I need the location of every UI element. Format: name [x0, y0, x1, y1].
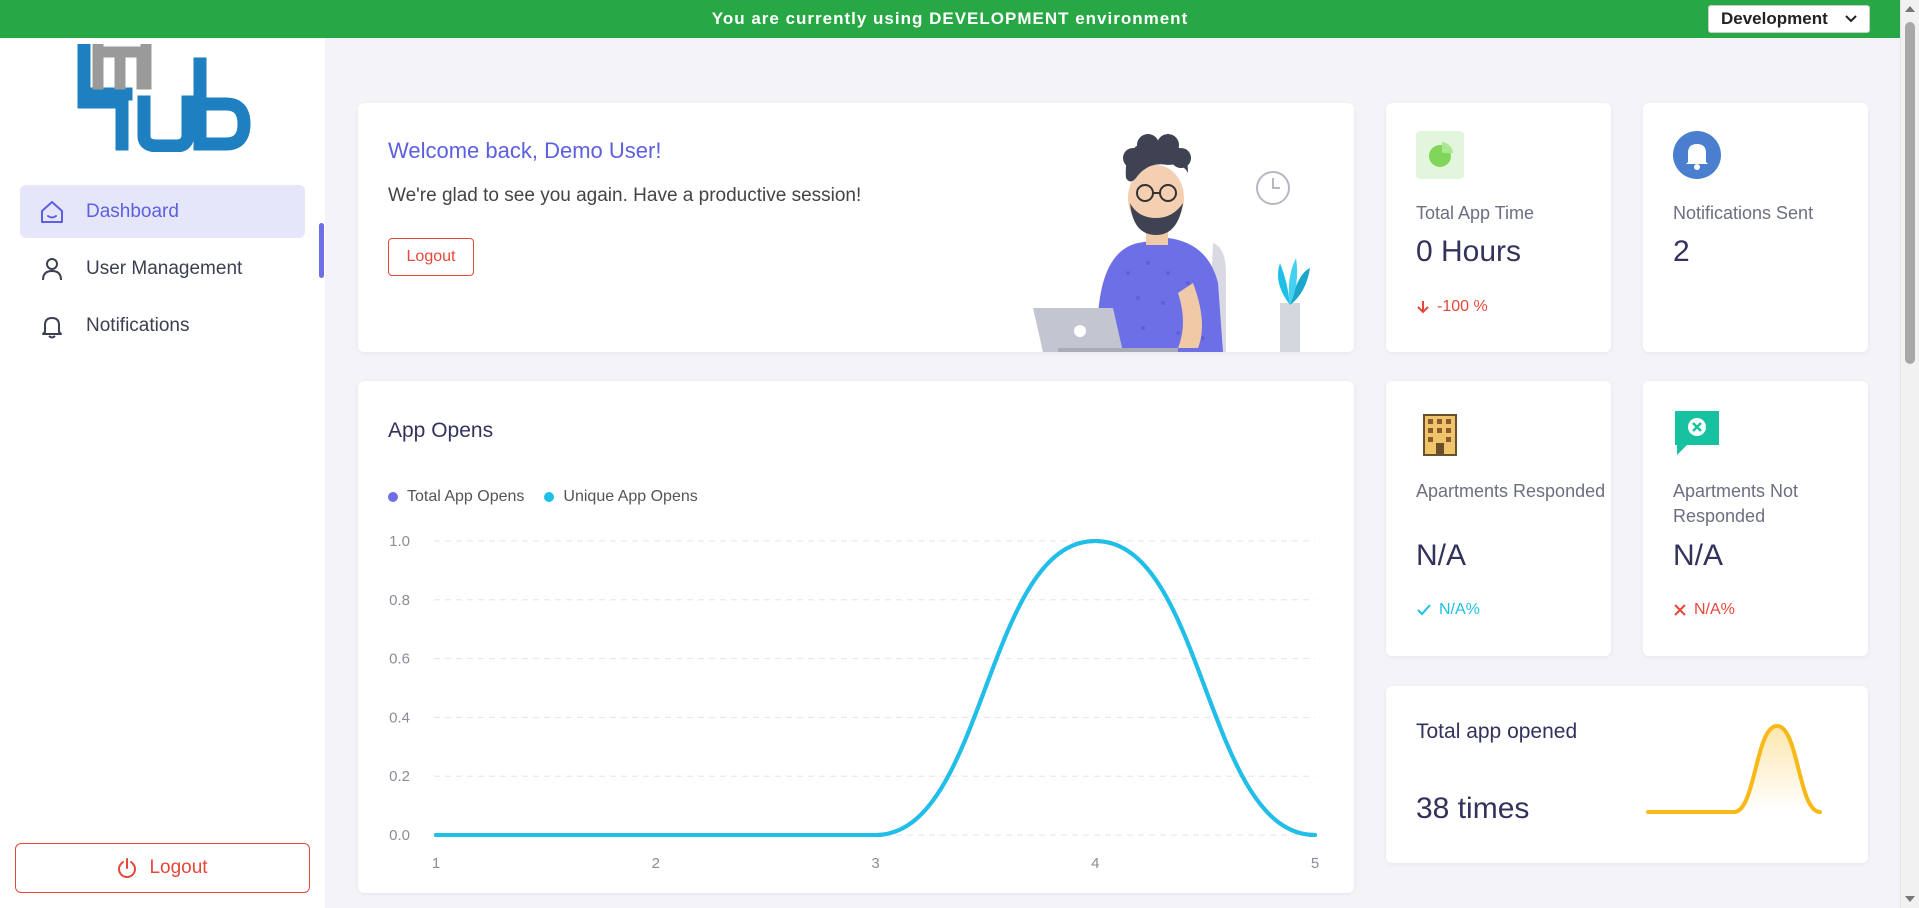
stat-value: 2: [1673, 235, 1690, 268]
welcome-logout-button[interactable]: Logout: [388, 238, 474, 276]
y-tick-label: 0.0: [389, 827, 410, 844]
stat-label: Apartments Responded: [1416, 481, 1606, 501]
environment-select-value: Development: [1721, 9, 1828, 28]
sidebar-item-label: User Management: [86, 257, 243, 279]
stat-label: Total App Time: [1416, 203, 1535, 223]
series-line-unique[interactable]: [434, 538, 1317, 838]
x-tick-label: 1: [432, 855, 440, 872]
sidebar: Dashboard User Management Notifications …: [0, 38, 325, 908]
apartments-not-responded-card: Apartments Not Responded N/A N/A%: [1643, 381, 1868, 656]
arrow-down-icon: [1416, 300, 1430, 314]
chat-x-icon: [1673, 409, 1721, 457]
y-tick-label: 0.8: [389, 592, 410, 609]
stat-label: Apartments Not Responded: [1673, 481, 1799, 526]
x-tick-label: 2: [652, 855, 660, 872]
stat-label: Notifications Sent: [1673, 203, 1814, 223]
sidebar-logout-label: Logout: [149, 857, 208, 878]
stat-delta: N/A%: [1673, 601, 1735, 619]
user-icon: [38, 255, 66, 283]
total-app-opened-card: Total app opened 38 times: [1386, 686, 1868, 863]
chevron-down-icon: [1845, 12, 1857, 26]
app-opens-chart: 0.0 0.2 0.4 0.6 0.8 1.0 1 2 3 4 5: [389, 533, 1319, 872]
y-tick-label: 0.6: [389, 651, 410, 668]
stat-value: N/A: [1416, 539, 1467, 572]
environment-select[interactable]: Development: [1708, 5, 1870, 33]
environment-banner: You are currently using DEVELOPMENT envi…: [0, 0, 1900, 38]
stat-delta-text: N/A%: [1439, 601, 1480, 618]
total-app-opened-title: Total app opened: [1416, 720, 1578, 743]
developer-illustration: [1018, 123, 1318, 352]
series-line-total[interactable]: [434, 538, 1317, 838]
stat-delta-text: -100 %: [1437, 298, 1488, 315]
total-app-opened-value: 38 times: [1416, 792, 1530, 825]
y-tick-label: 0.4: [389, 709, 410, 726]
app-opens-chart-card: App Opens Total App Opens Unique App Ope…: [358, 381, 1354, 893]
pie-chart-icon: [1416, 131, 1464, 179]
stat-delta: N/A%: [1416, 601, 1480, 619]
home-icon: [38, 198, 66, 226]
close-icon: [1673, 603, 1687, 617]
sidebar-item-label: Notifications: [86, 314, 190, 336]
x-tick-label: 3: [871, 855, 879, 872]
power-icon: [117, 858, 137, 878]
total-app-time-card: Total App Time 0 Hours -100 %: [1386, 103, 1611, 352]
scrollbar-thumb[interactable]: [1905, 22, 1915, 364]
x-tick-label: 4: [1091, 855, 1099, 872]
bell-icon: [38, 312, 66, 340]
y-tick-label: 0.2: [389, 768, 410, 785]
apartments-responded-card: Apartments Responded N/A N/A%: [1386, 381, 1611, 656]
sidebar-item-user-management[interactable]: User Management: [20, 242, 305, 295]
notifications-sent-card: Notifications Sent 2: [1643, 103, 1868, 352]
page-scrollbar[interactable]: [1900, 0, 1919, 908]
welcome-title: Welcome back, Demo User!: [388, 138, 662, 163]
x-tick-label: 5: [1311, 855, 1319, 872]
sidebar-item-label: Dashboard: [86, 200, 179, 222]
app-logo[interactable]: [76, 39, 254, 153]
stat-value: N/A: [1673, 539, 1724, 572]
stat-delta: -100 %: [1416, 298, 1488, 316]
total-app-opened-sparkline: [1646, 723, 1822, 814]
y-tick-label: 1.0: [389, 533, 410, 550]
bell-icon: [1673, 131, 1721, 179]
active-nav-indicator: [319, 223, 324, 278]
sparkline-area: [1648, 726, 1820, 812]
scroll-up-arrow-icon[interactable]: [1905, 6, 1915, 12]
check-icon: [1416, 603, 1432, 617]
stat-value: 0 Hours: [1416, 235, 1522, 268]
environment-message: You are currently using DEVELOPMENT envi…: [711, 9, 1189, 28]
sidebar-logout-button[interactable]: Logout: [15, 843, 310, 893]
building-icon: [1416, 409, 1464, 457]
stat-delta-text: N/A%: [1694, 601, 1735, 618]
sidebar-item-notifications[interactable]: Notifications: [20, 299, 305, 352]
sidebar-item-dashboard[interactable]: Dashboard: [20, 185, 305, 238]
scroll-down-arrow-icon[interactable]: [1905, 896, 1915, 902]
welcome-message: We're glad to see you again. Have a prod…: [388, 185, 862, 206]
welcome-card: Welcome back, Demo User! We're glad to s…: [358, 103, 1354, 352]
